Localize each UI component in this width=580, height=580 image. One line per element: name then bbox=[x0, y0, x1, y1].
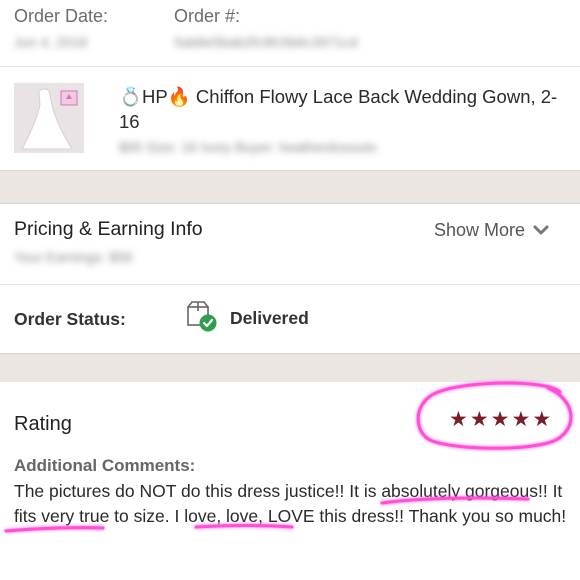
star-icon: ★ bbox=[511, 408, 531, 431]
package-delivered-icon bbox=[186, 301, 220, 333]
earnings-value: Your Earnings: $56 bbox=[14, 249, 133, 265]
rating-stars: ★ ★ ★ ★ ★ bbox=[449, 409, 551, 430]
chevron-down-icon bbox=[533, 225, 549, 234]
item-thumbnail[interactable] bbox=[14, 83, 84, 153]
comment-highlight: gorgeous bbox=[465, 481, 538, 501]
ring-emoji: 💍 bbox=[119, 86, 143, 107]
rating-comment: The pictures do NOT do this dress justic… bbox=[14, 479, 569, 529]
show-more-button[interactable]: Show More bbox=[434, 220, 549, 241]
star-icon: ★ bbox=[532, 408, 552, 431]
additional-comments-label: Additional Comments: bbox=[14, 456, 196, 475]
order-number-value: 5ab8e5bab2fc9fc5b6c3971cd bbox=[174, 34, 358, 50]
pricing-title: Pricing & Earning Info bbox=[14, 218, 203, 240]
order-number-label: Order #: bbox=[174, 6, 241, 26]
item-title[interactable]: 💍HP🔥 Chiffon Flowy Lace Back Wedding Gow… bbox=[119, 84, 569, 134]
star-icon: ★ bbox=[469, 408, 489, 431]
section-separator bbox=[0, 353, 580, 383]
item-title-hp: HP bbox=[142, 86, 168, 107]
wedding-gown-image bbox=[14, 83, 84, 153]
star-icon: ★ bbox=[490, 408, 510, 431]
order-status-value: Delivered bbox=[230, 308, 309, 328]
comment-highlight: true to size bbox=[79, 506, 165, 526]
order-status-label: Order Status: bbox=[14, 309, 126, 329]
comment-highlight: It is absolutely bbox=[349, 481, 461, 501]
fire-emoji: 🔥 bbox=[167, 86, 191, 107]
order-date-label: Order Date: bbox=[14, 6, 109, 26]
order-status-section: Order Status: Delivered bbox=[0, 285, 580, 353]
comment-text: The pictures do NOT do this dress justic… bbox=[14, 481, 350, 501]
show-more-label: Show More bbox=[434, 220, 526, 240]
star-icon: ★ bbox=[449, 408, 468, 431]
item-details: $95 Size: 16 Ivory Buyer: heatherdosouto bbox=[119, 139, 377, 155]
section-separator bbox=[0, 170, 580, 204]
rating-title: Rating bbox=[14, 413, 72, 435]
order-item[interactable]: 💍HP🔥 Chiffon Flowy Lace Back Wedding Gow… bbox=[0, 67, 580, 170]
order-date-value: Jun 4, 2018 bbox=[14, 34, 88, 50]
comment-text: . I love, love, LOVE this dress!! Thank … bbox=[164, 506, 567, 526]
order-header: Order Date: Order #: Jun 4, 2018 5ab8e5b… bbox=[0, 0, 580, 66]
pricing-section: Pricing & Earning Info Your Earnings: $5… bbox=[0, 204, 580, 284]
